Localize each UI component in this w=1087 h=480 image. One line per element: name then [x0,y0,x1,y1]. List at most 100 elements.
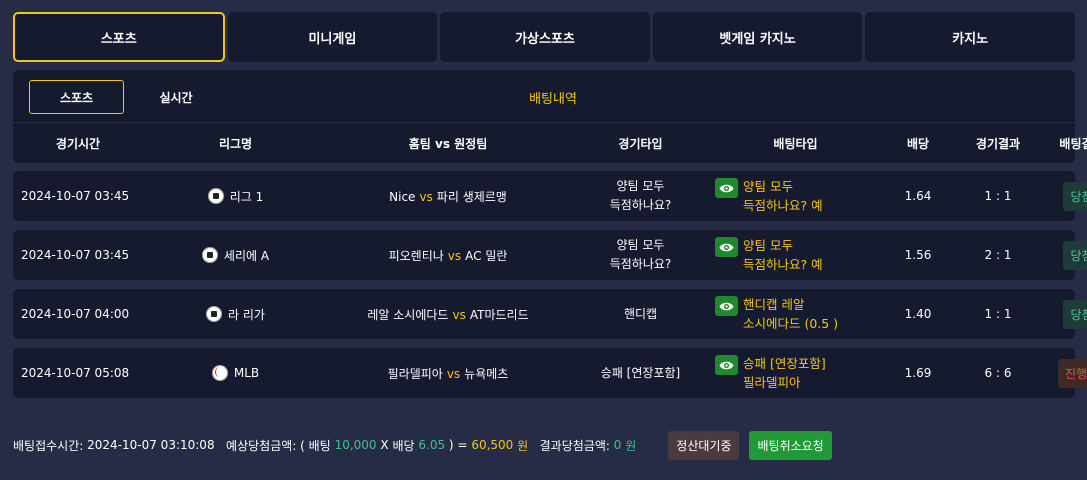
expected-label: 예상당첨금액: ( [226,438,305,453]
bet-amount: 10,000 [334,438,377,452]
match-score: 6 : 6 [984,366,1012,380]
vs-label: vs [446,366,461,381]
bet-history-link[interactable]: 배팅내역 [503,80,603,114]
game-type: 양팀 모두득점하나요? [568,177,713,215]
bet-type-line: 소시에다드 (0.5 ) [743,316,839,331]
league: 라 리가 [143,306,328,323]
odds-label: 배당 [392,438,415,453]
cancel-bet-button[interactable]: 배팅취소요청 [749,430,832,460]
home-team: 피오렌티나 [388,248,444,263]
game-type: 양팀 모두득점하나요? [568,236,713,274]
home-team: 레알 소시에다드 [367,307,449,322]
match-teams: 필라델피아 vs 뉴욕메츠 [328,365,568,382]
col-odds: 배당 [906,136,930,151]
vs-label: vs [452,307,466,322]
tab-sports[interactable]: 스포츠 [13,12,225,62]
eye-icon[interactable] [715,355,738,375]
game-type-line: 득점하나요? [609,198,672,212]
status-badge: 당첨 [1063,240,1087,270]
won-unit: 원 [625,438,637,453]
bet-type-line: 양팀 모두 [743,179,793,194]
away-team: 파리 생제르맹 [436,189,507,204]
expected-amount: 60,500 [471,438,514,452]
vs-label: vs [419,189,433,204]
bet-type: 핸디캡 레알소시에다드 (0.5 ) [713,295,878,333]
game-type-line: 양팀 모두 [616,179,665,193]
tab-virtual-sports[interactable]: 가상스포츠 [440,12,650,62]
match-time: 2024-10-07 05:08 [21,366,130,380]
league: 세리에 A [143,247,328,264]
eye-icon[interactable] [715,296,738,316]
away-team: 뉴욕메츠 [464,366,509,381]
result-label: 결과당첨금액: [539,438,610,453]
accept-time: 2024-10-07 03:10:08 [87,438,215,452]
bet-label: 배팅 [308,438,331,453]
bet-type-line: 핸디캡 레알 [743,297,805,312]
bet-rows: 2024-10-07 03:45 리그 1 Nice vs 파리 생제르맹 양팀 모… [13,171,1087,407]
tab-casino[interactable]: 카지노 [865,12,1075,62]
accept-time-label: 배팅접수시간: [13,438,84,453]
equals-symbol: ) = [448,438,468,452]
bet-type: 양팀 모두득점하나요? 예 [713,177,878,215]
odds: 1.64 [904,189,932,203]
subtab-sports[interactable]: 스포츠 [29,80,124,114]
odds: 1.40 [904,307,932,321]
game-type-line: 승패 [연장포함] [600,365,681,380]
game-type-line: 핸디캡 [623,306,658,321]
league-name: 리그 1 [229,189,264,204]
bet-type-line: 양팀 모두 [743,238,793,253]
match-time: 2024-10-07 03:45 [21,248,130,262]
col-match-result: 경기결과 [975,136,1021,151]
tab-minigame[interactable]: 미니게임 [227,12,438,62]
status-badge: 당첨 [1063,299,1087,329]
bet-type-line: 득점하나요? 예 [743,257,823,272]
col-bet-result: 배팅결과 [1059,136,1087,151]
table-header: 경기시간 리그명 홈팀 vs 원정팀 경기타입 배팅타입 배당 경기결과 배팅결… [13,123,1087,163]
away-team: AC 밀란 [465,248,508,263]
col-league: 리그명 [218,136,253,151]
odds: 1.69 [904,366,932,380]
match-time: 2024-10-07 03:45 [21,189,130,203]
match-teams: 피오렌티나 vs AC 밀란 [328,247,568,264]
match-score: 2 : 1 [984,248,1012,262]
tab-betgame-casino[interactable]: 벳게임 카지노 [652,12,863,62]
soccer-ball-icon [201,247,218,263]
match-teams: Nice vs 파리 생제르맹 [328,188,568,205]
bet-summary-footer: 배팅접수시간: 2024-10-07 03:10:08 예상당첨금액: ( 배팅… [13,430,1075,460]
bet-type-line: 득점하나요? 예 [743,198,823,213]
eye-icon[interactable] [715,178,738,198]
col-game-type: 경기타입 [618,136,663,151]
league-name: 세리에 A [223,248,270,263]
league: MLB [143,365,328,381]
bet-type: 양팀 모두득점하나요? 예 [713,236,878,274]
col-bet-type: 배팅타입 [773,136,818,151]
table-row: 2024-10-07 04:00 라 리가 레알 소시에다드 vs AT마드리드 핸… [13,289,1087,339]
game-type-line: 양팀 모두 [616,238,665,252]
league: 리그 1 [143,188,328,205]
result-amount: 0 [613,438,622,452]
league-name: MLB [233,366,260,380]
league-name: 라 리가 [228,307,265,322]
total-odds: 6.05 [418,438,446,452]
away-team: AT마드리드 [469,307,529,322]
subtab-live[interactable]: 실시간 [136,80,216,114]
home-team: Nice [389,189,416,204]
settle-pending-button[interactable]: 정산대기중 [668,430,740,460]
col-teams: 홈팀 vs 원정팀 [408,136,488,151]
won-unit: 원 [517,438,529,453]
eye-icon[interactable] [715,237,738,257]
baseball-icon [211,365,228,381]
vs-label: vs [447,248,462,263]
col-match-time: 경기시간 [55,136,101,151]
table-row: 2024-10-07 03:45 세리에 A 피오렌티나 vs AC 밀란 양팀 모… [13,230,1087,280]
match-teams: 레알 소시에다드 vs AT마드리드 [328,306,568,323]
bet-type-line: 필라델피아 [743,375,801,390]
bet-type: 승패 [연장포함] 필라델피아 [713,354,878,392]
sub-nav: 스포츠 실시간 배팅내역 [13,70,1075,122]
table-row: 2024-10-07 05:08 MLB 필라델피아 vs 뉴욕메츠 승패 [연장포… [13,348,1087,398]
game-type: 핸디캡 [568,305,713,324]
match-score: 1 : 1 [984,189,1012,203]
soccer-ball-icon [206,306,223,322]
game-type-line: 득점하나요? [609,257,672,271]
top-nav-tabs: 스포츠 미니게임 가상스포츠 벳게임 카지노 카지노 [13,12,1075,62]
